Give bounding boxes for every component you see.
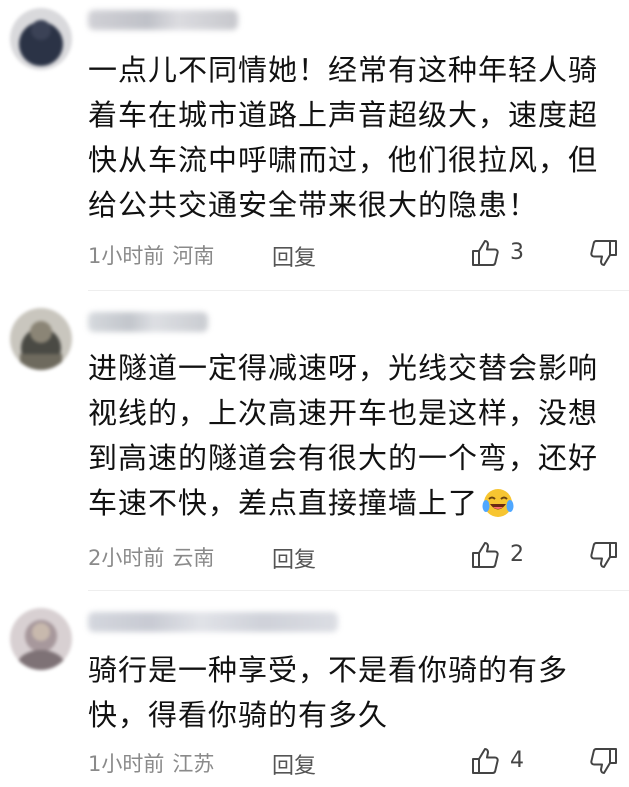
comment-time-location: 1小时前 江苏 [88,752,215,776]
comment-text: 进隧道一定得减速呀，光线交替会影响 视线的，上次高速开车也是这样，没想 到高速的… [88,351,599,520]
avatar[interactable] [10,608,72,670]
reply-button[interactable]: 回复 [272,542,316,574]
thumbs-up-icon [472,542,499,568]
comment-text: 一点儿不同情她！经常有这种年轻人骑 着车在城市道路上声音超级大，速度超 快从车流… [88,53,599,222]
divider [88,590,629,591]
thumbs-down-icon [590,542,617,568]
dislike-button[interactable] [589,744,619,778]
avatar[interactable] [10,8,72,70]
thumbs-up-icon [472,748,499,774]
username[interactable] [88,312,208,332]
thumbs-down-icon [590,240,617,266]
avatar[interactable] [10,308,72,370]
comment-meta: 2小时前 云南 回复 2 [88,538,619,574]
like-count: 3 [510,240,524,265]
like-button[interactable]: 4 [470,744,550,778]
reply-button[interactable]: 回复 [272,748,316,780]
like-count: 2 [510,542,524,567]
comment-time-location: 1小时前 河南 [88,244,215,268]
dislike-button[interactable] [589,236,619,270]
comment-time-location: 2小时前 云南 [88,546,215,570]
crying-laughing-emoji-icon [482,487,514,519]
like-button[interactable]: 3 [470,236,550,270]
thumbs-up-icon [472,240,499,266]
username[interactable] [88,10,238,30]
comment-meta: 1小时前 河南 回复 3 [88,236,619,272]
comment-meta: 1小时前 江苏 回复 4 [88,744,619,780]
comment-text: 骑行是一种享受，不是看你骑的有多 快，得看你骑的有多久 [88,653,569,732]
username[interactable] [88,612,338,632]
dislike-button[interactable] [589,538,619,572]
like-count: 4 [510,748,524,773]
divider [88,290,629,291]
reply-button[interactable]: 回复 [272,240,316,272]
thumbs-down-icon [590,748,617,774]
like-button[interactable]: 2 [470,538,550,572]
